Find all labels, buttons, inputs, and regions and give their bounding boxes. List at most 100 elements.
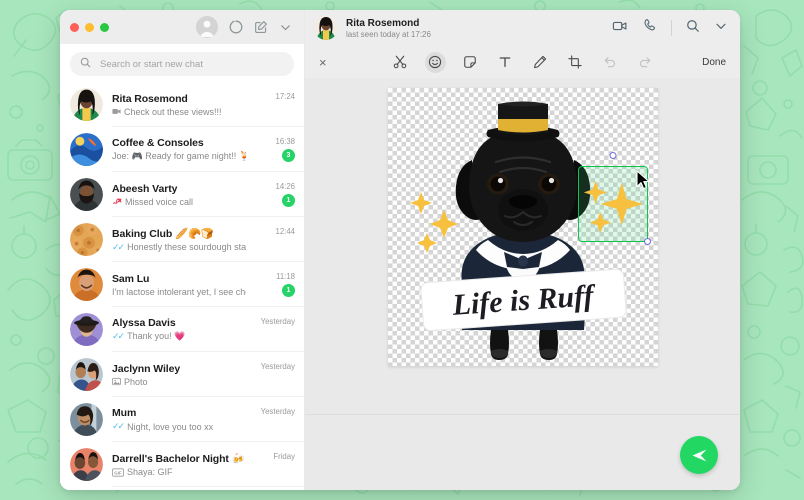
status-ring-icon[interactable]: [229, 20, 243, 34]
unread-badge: 1: [282, 284, 295, 297]
search-input[interactable]: [100, 58, 284, 70]
chat-item-name: Alyssa Davis: [112, 317, 176, 329]
chat-item-preview-row: GIF Shaya: GIF: [112, 467, 246, 477]
chat-item-time: Friday: [273, 452, 295, 461]
chat-item-preview-row: ✓✓Honestly these sourdough starters are …: [112, 242, 246, 253]
chat-item-preview-row: Photo: [112, 377, 246, 387]
draw-tool-icon[interactable]: [530, 52, 551, 73]
send-button[interactable]: [680, 436, 718, 474]
chat-item-meta: Yesterday: [255, 317, 295, 342]
chat-item-name: Darrell's Bachelor Night 🍻: [112, 453, 245, 465]
undo-tool-icon[interactable]: [600, 52, 621, 73]
unread-badge: 1: [282, 194, 295, 207]
read-receipt-icon: ✓✓: [112, 331, 125, 341]
rotate-handle[interactable]: [609, 152, 616, 159]
chat-item-text: Baking Club 🥖🥐🍞 ✓✓ Honestly these sourdoug…: [112, 227, 246, 253]
chat-menu-chevron-icon[interactable]: [714, 19, 728, 38]
chat-avatar: [70, 448, 103, 481]
chat-list-item[interactable]: Family 🐒Grandma: Happy dancing!!!Wednesd…: [60, 487, 304, 490]
done-button[interactable]: Done: [702, 57, 726, 68]
read-receipt-icon: ✓✓: [112, 421, 125, 431]
chat-item-preview: Joe: 🎮 Ready for game night!! 🍹🕹️🍻: [112, 151, 246, 161]
chat-item-time: Yesterday: [260, 407, 295, 416]
chat-avatar: [70, 223, 103, 256]
chat-item-time: 12:44: [275, 227, 295, 236]
text-tool-icon[interactable]: [495, 52, 516, 73]
chat-list-item[interactable]: Sam Lu I'm lactose intolerant yet, I see …: [60, 262, 304, 307]
chat-item-preview-row: I'm lactose intolerant yet, I see cheese…: [112, 287, 246, 297]
voice-call-icon[interactable]: [642, 18, 657, 38]
chat-item-time: Yesterday: [260, 317, 295, 326]
chat-header-text: Rita Rosemond last seen today at 17:26: [346, 18, 431, 39]
resize-handle[interactable]: [643, 238, 651, 245]
chat-list-item[interactable]: Rita Rosemond Check out these views!!! 17:…: [60, 82, 304, 127]
profile-avatar[interactable]: [196, 16, 218, 38]
window-close-button[interactable]: [70, 22, 79, 32]
chat-avatar: [70, 133, 103, 166]
chat-item-meta: 11:18 1: [255, 272, 295, 297]
chat-item-text: Sam Lu I'm lactose intolerant yet, I see …: [112, 273, 246, 297]
window-minimize-button[interactable]: [85, 22, 94, 32]
search-box[interactable]: [70, 52, 294, 76]
chat-list[interactable]: Rita Rosemond Check out these views!!! 17:…: [60, 82, 304, 490]
video-call-icon[interactable]: [612, 18, 628, 39]
chat-list-item[interactable]: Darrell's Bachelor Night 🍻 GIF Shaya: GIF F…: [60, 442, 304, 487]
window-maximize-button[interactable]: [100, 22, 109, 32]
chat-item-meta: 12:44: [255, 227, 295, 252]
chat-header-status: last seen today at 17:26: [346, 29, 431, 39]
image-stage[interactable]: Life is Ruff: [387, 88, 658, 366]
editor-tool-group: [305, 51, 740, 73]
chat-header-actions: [612, 18, 728, 39]
search-icon: [80, 55, 91, 73]
chat-item-preview-row: ✓✓ Thank you! 💗: [112, 331, 246, 342]
search-section: [60, 44, 304, 82]
sidebar: Rita RosemondCheck out these views!!! 17:…: [60, 10, 305, 490]
header-divider: [671, 20, 672, 36]
chat-item-preview-row: ✓✓ Night, love you too xx: [112, 421, 246, 432]
window-traffic-lights: [70, 22, 109, 32]
video-icon: [112, 107, 121, 116]
chat-search-icon[interactable]: [686, 19, 700, 38]
send-icon: [692, 448, 706, 462]
read-receipt-icon: ✓✓: [112, 241, 125, 252]
chat-item-name: Mum: [112, 407, 137, 419]
new-chat-icon[interactable]: [254, 20, 268, 34]
redo-tool-icon[interactable]: [635, 52, 656, 73]
chat-item-preview: Shaya: GIF: [127, 467, 173, 477]
chat-item-text: Abeesh Varty Missed voice call: [112, 183, 246, 207]
missed-call-icon: [112, 197, 122, 207]
chat-avatar: [70, 88, 103, 121]
image-editor-toolbar: × Done: [305, 46, 740, 78]
chat-item-text: Darrell's Bachelor Night 🍻 GIF Shaya: GIF: [112, 452, 246, 477]
crop-tool-icon[interactable]: [565, 52, 586, 73]
chat-header-avatar[interactable]: [314, 16, 338, 40]
chat-list-item[interactable]: Mum ✓✓ Night, love you too xx Yesterday: [60, 397, 304, 442]
chat-avatar: [70, 313, 103, 346]
whatsapp-window: Rita RosemondCheck out these views!!!17:…: [60, 10, 740, 490]
chat-item-text: Coffee & Consoles Joe: 🎮 Ready for game n…: [112, 137, 246, 162]
chat-list-item[interactable]: Coffee & Consoles Joe: 🎮 Ready for game n…: [60, 127, 304, 172]
chat-item-meta: 14:26 1: [255, 182, 295, 207]
chat-item-time: 14:26: [275, 182, 295, 191]
chat-list-item[interactable]: Baking Club 🥖🥐🍞 ✓✓ Honestly these sourdoug…: [60, 217, 304, 262]
sticker-tool-icon[interactable]: [460, 52, 481, 73]
mouse-cursor: [635, 170, 650, 190]
chat-header-name: Rita Rosemond: [346, 17, 420, 29]
cut-tool-icon[interactable]: [390, 52, 411, 73]
chat-avatar: [70, 358, 103, 391]
chat-list-item[interactable]: Abeesh Varty Missed voice call 14:26 1: [60, 172, 304, 217]
chat-item-time: 11:18: [276, 272, 295, 281]
chat-item-preview: Thank you! 💗: [127, 331, 186, 341]
unread-badge: 3: [282, 149, 295, 162]
chat-header: Rita Rosemond last seen today at 17:26: [305, 10, 740, 46]
emoji-tool-icon[interactable]: [424, 51, 446, 73]
chat-list-item[interactable]: Alyssa Davis ✓✓ Thank you! 💗 Yesterday: [60, 307, 304, 352]
chat-item-meta: Yesterday: [255, 362, 295, 387]
editor-canvas-area: Life is Ruff: [305, 78, 740, 414]
chat-item-preview: Missed voice call: [125, 196, 194, 207]
chat-avatar: [70, 403, 103, 436]
sidebar-header: [60, 10, 304, 44]
close-editor-icon[interactable]: ×: [319, 56, 335, 69]
chat-list-item[interactable]: Jaclynn Wiley Photo Yesterday: [60, 352, 304, 397]
chevron-down-icon[interactable]: [279, 21, 292, 34]
